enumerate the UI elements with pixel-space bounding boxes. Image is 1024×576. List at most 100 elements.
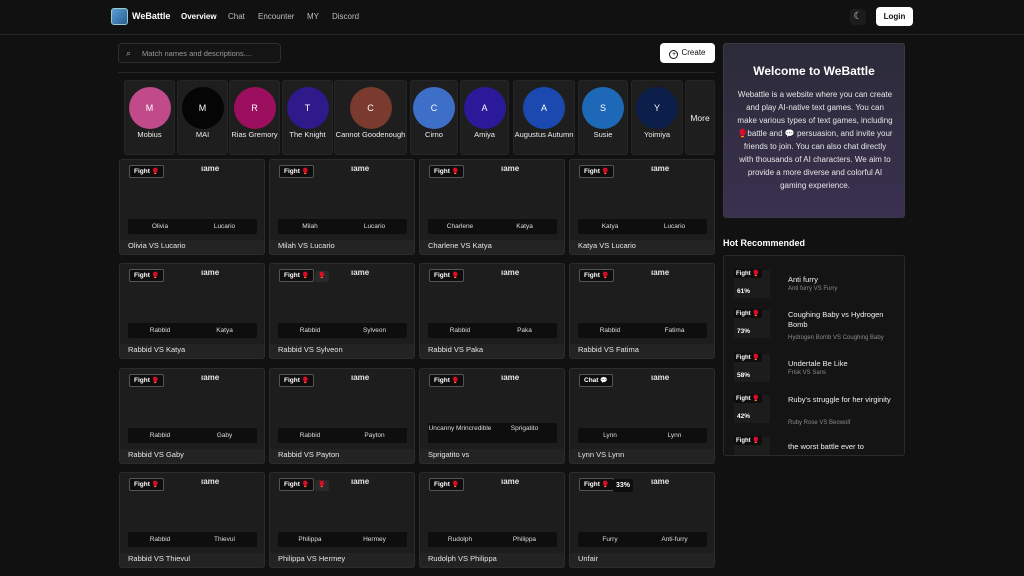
battle-card[interactable]: ıame Fight 🥊 🥊 Rabbid Sylveon Rabbid VS Sylve… xyxy=(269,263,415,359)
login-button[interactable]: Login xyxy=(876,7,913,26)
nav-chat[interactable]: Chat xyxy=(228,12,245,21)
fighter-left: Katya xyxy=(601,223,619,230)
hot-title: Coughing Baby vs Hydrogen Bomb xyxy=(788,310,884,329)
versus-bar: Rudolph Philippa xyxy=(428,532,557,547)
hot-item[interactable]: Fight 🥊 the worst battle ever to xyxy=(724,428,904,455)
battle-card[interactable]: ıame Fight 🥊 Katya Lucario Katya VS Lucario xyxy=(569,159,715,255)
card-overlay-text: ıame xyxy=(501,477,520,486)
boxing-glove-icon: 🥊 xyxy=(752,355,760,361)
battle-card[interactable]: ıame Fight 🥊 Rudolph Philippa Rudolph VS Phi… xyxy=(419,472,565,568)
search-input[interactable]: ⌕ Match names and descriptions.... xyxy=(118,43,281,63)
battle-card[interactable]: ıame Chat 💬 Lynn Lynn Lynn VS Lynn xyxy=(569,368,715,464)
character-card[interactable]: C Cannot Goodenough xyxy=(334,80,407,155)
character-name: Mobius xyxy=(137,130,162,139)
battle-card[interactable]: ıame Fight 🥊 33% Furry Anti-furry Unfair xyxy=(569,472,715,568)
battle-card[interactable]: ıame Fight 🥊 Rabbid Payton Rabbid VS Payton xyxy=(269,368,415,464)
nav-my[interactable]: MY xyxy=(307,12,319,21)
character-name: Cannot Goodenough xyxy=(335,130,406,139)
fighter-right: Payton xyxy=(364,432,385,439)
character-card[interactable]: A Augustus Autumn xyxy=(513,80,575,155)
fight-badge: Fight 🥊 xyxy=(579,478,615,491)
logo-icon[interactable] xyxy=(111,8,128,25)
hot-item[interactable]: Fight 🥊 73% Coughing Baby vs Hydrogen Bomb… xyxy=(724,301,904,343)
battle-card[interactable]: ıame Fight 🥊 🥊 Philippa Hermey Philippa VS He… xyxy=(269,472,415,568)
fighter-right: Katya xyxy=(516,223,533,230)
battle-card[interactable]: ıame Fight 🥊 Rabbid Katya Rabbid VS Katya xyxy=(119,263,265,359)
fighter-right: Lucario xyxy=(363,223,386,230)
card-title: Sprigatito vs xyxy=(428,450,470,459)
boxing-glove-icon: 🥊 xyxy=(301,482,310,488)
versus-bar: Olivia Lucario xyxy=(128,219,257,234)
fight-badge: Fight 🥊 xyxy=(579,269,615,282)
welcome-text: Webattle is a website where you can crea… xyxy=(737,90,893,190)
avatar: A xyxy=(463,87,506,129)
battle-card[interactable]: ıame Fight 🥊 Uncanny Mrincredible Sprigatit… xyxy=(419,368,565,464)
fight-badge: Fight 🥊 xyxy=(429,165,465,178)
card-title: Rabbid VS Paka xyxy=(428,345,484,354)
character-name: Augustus Autumn xyxy=(514,130,574,139)
battle-card[interactable]: ıame Fight 🥊 Rabbid Fatima Rabbid VS Fatima xyxy=(569,263,715,359)
battle-card[interactable]: ıame Fight 🥊 Charlene Katya Charlene VS Katy… xyxy=(419,159,565,255)
avatar: C xyxy=(349,87,392,129)
fighter-right: Thievul xyxy=(214,536,235,543)
card-title: Rabbid VS Thievul xyxy=(128,554,190,563)
character-card[interactable]: M Mobius xyxy=(124,80,175,155)
battle-card[interactable]: ıame Fight 🥊 Olivia Lucario Olivia VS Lucari… xyxy=(119,159,265,255)
nav-overview[interactable]: Overview xyxy=(181,12,217,21)
character-card[interactable]: C Cirno xyxy=(410,80,458,155)
boxing-glove-icon: 🥊 xyxy=(301,169,310,175)
search-placeholder: Match names and descriptions.... xyxy=(142,49,253,58)
fight-badge: Fight 🥊 xyxy=(129,374,165,387)
hot-item[interactable]: Fight 🥊 61% Anti furry Anti furry VS Furry xyxy=(724,261,904,303)
fighter-right: Sprigatito xyxy=(510,425,539,432)
character-card[interactable]: Y Yoimiya xyxy=(631,80,683,155)
boxing-glove-icon: 🥊 xyxy=(151,273,160,279)
fight-badge: Fight 🥊 xyxy=(279,478,315,491)
avatar: T xyxy=(286,87,329,129)
battle-card[interactable]: ıame Fight 🥊 Rabbid Paka Rabbid VS Paka xyxy=(419,263,565,359)
character-card[interactable]: R Rias Gremory xyxy=(229,80,280,155)
fighter-left: Rabbid xyxy=(149,536,171,543)
card-title: Rabbid VS Sylveon xyxy=(278,345,343,354)
card-title: Rabbid VS Katya xyxy=(128,345,186,354)
fighter-left: Rabbid xyxy=(299,327,321,334)
brand-name[interactable]: WeBattle xyxy=(132,11,170,21)
fight-badge: Fight 🥊 xyxy=(734,269,762,278)
character-card[interactable]: S Susie xyxy=(578,80,628,155)
versus-bar: Charlene Katya xyxy=(428,219,557,234)
boxing-glove-icon: 🥊 xyxy=(301,378,310,384)
boxing-glove-icon: 🥊 xyxy=(601,273,610,279)
character-card[interactable]: T The Knight xyxy=(282,80,333,155)
more-button[interactable]: More xyxy=(685,80,715,155)
nav-encounter[interactable]: Encounter xyxy=(258,12,294,21)
card-overlay-text: ıame xyxy=(501,268,520,277)
hot-item[interactable]: Fight 🥊 42% Ruby's struggle for her virgin… xyxy=(724,386,904,428)
battle-card[interactable]: ıame Fight 🥊 Milah Lucario Milah VS Lucario xyxy=(269,159,415,255)
nav-discord[interactable]: Discord xyxy=(332,12,359,21)
moon-icon[interactable]: ☾ xyxy=(850,9,866,25)
win-rate: 33% xyxy=(613,479,634,492)
boxing-glove-icon: 🥊 xyxy=(151,482,160,488)
boxing-glove-icon: 🥊 xyxy=(601,169,610,175)
card-title: Olivia VS Lucario xyxy=(128,241,186,250)
fight-badge: Fight 🥊 xyxy=(579,165,615,178)
card-overlay-text: ıame xyxy=(201,477,220,486)
versus-bar: Rabbid Sylveon xyxy=(278,323,407,338)
character-card[interactable]: A Amiya xyxy=(460,80,509,155)
boxing-glove-icon: 🥊 xyxy=(151,378,160,384)
create-button[interactable]: + Create xyxy=(660,43,715,63)
battle-card[interactable]: ıame Fight 🥊 Rabbid Gaby Rabbid VS Gaby xyxy=(119,368,265,464)
hot-item[interactable]: Fight 🥊 58% Undertale Be Like Frisk VS Sans xyxy=(724,345,904,387)
boxing-glove-icon: 🥊 xyxy=(451,482,460,488)
fight-badge: Fight 🥊 xyxy=(429,269,465,282)
card-overlay-text: ıame xyxy=(501,373,520,382)
boxing-glove-icon: 🥊 xyxy=(151,169,160,175)
more-label: More xyxy=(690,113,710,123)
boxing-glove-icon: 🥊 xyxy=(315,271,329,282)
create-label: Create xyxy=(681,48,706,57)
character-card[interactable]: M MAI xyxy=(177,80,228,155)
welcome-title: Welcome to WeBattle xyxy=(753,64,875,78)
fight-badge: Fight 🥊 xyxy=(429,374,465,387)
character-name: Yoimiya xyxy=(644,130,670,139)
battle-card[interactable]: ıame Fight 🥊 Rabbid Thievul Rabbid VS Thievu… xyxy=(119,472,265,568)
